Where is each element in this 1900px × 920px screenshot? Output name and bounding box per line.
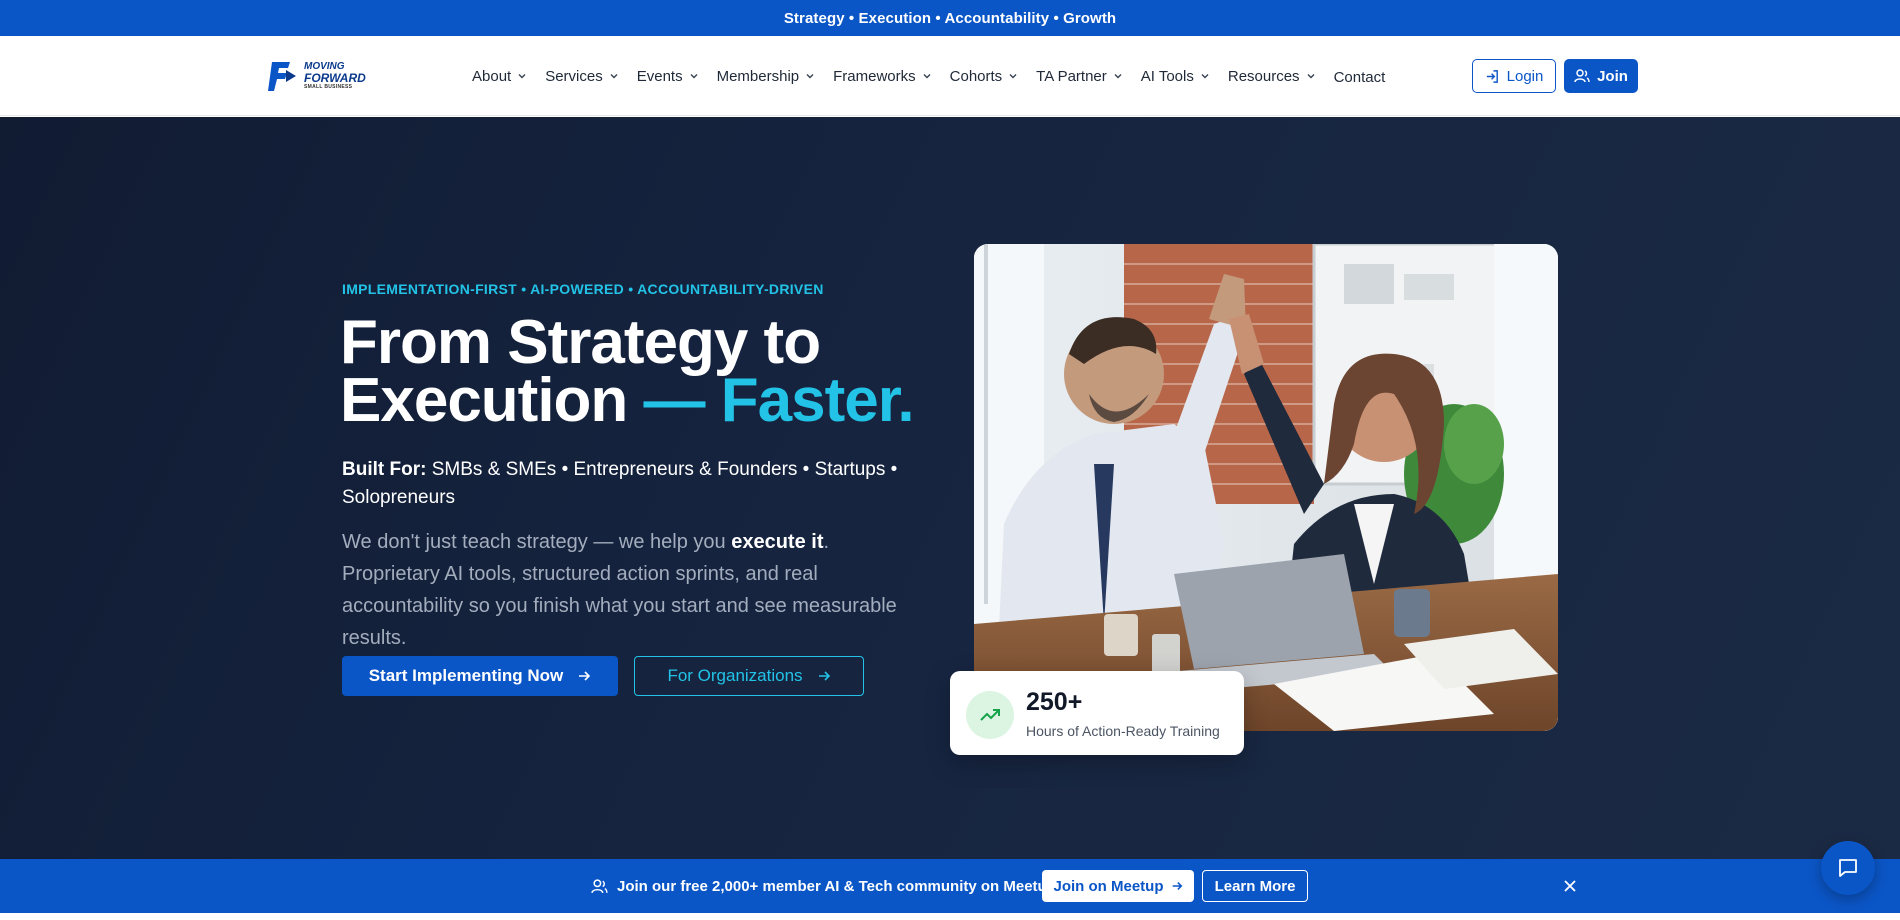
- nav-about[interactable]: About: [472, 68, 527, 85]
- nav-contact-label: Contact: [1333, 68, 1386, 86]
- arrow-right-icon: [818, 671, 830, 681]
- chevron-down-icon: [1307, 74, 1315, 79]
- logo-mark-icon: [268, 62, 296, 91]
- meetup-label: Join on Meetup: [1053, 877, 1164, 895]
- chevron-down-icon: [1201, 74, 1209, 79]
- nav-events[interactable]: Events: [637, 68, 699, 85]
- page-bottom: [0, 913, 1900, 920]
- nav-events-label: Events: [636, 67, 683, 85]
- learn-more-label: Learn More: [1214, 877, 1296, 895]
- main-nav: About Services Events Membership Framewo…: [472, 36, 1403, 116]
- built-for-label: Built For:: [342, 459, 427, 480]
- nav-cohorts-label: Cohorts: [949, 67, 1003, 85]
- announcement-bar: Strategy • Execution • Accountability • …: [0, 0, 1900, 36]
- chat-button[interactable]: [1821, 841, 1875, 895]
- logo-line3: SMALL BUSINESS: [304, 84, 353, 90]
- nav-ta-partner-label: TA Partner: [1036, 67, 1107, 85]
- office-high-five-illustration: [974, 244, 1558, 731]
- nav-membership-label: Membership: [716, 67, 800, 85]
- arrow-right-icon: [1172, 882, 1182, 890]
- cta-secondary-label: For Organizations: [667, 666, 803, 685]
- community-bar: Join our free 2,000+ member AI & Tech co…: [0, 859, 1900, 913]
- nav-ai-tools-label: AI Tools: [1140, 67, 1194, 85]
- join-on-meetup-button[interactable]: Join on Meetup: [1042, 870, 1194, 902]
- chevron-down-icon: [1114, 74, 1122, 79]
- join-button[interactable]: Join: [1564, 59, 1638, 93]
- chevron-down-icon: [806, 74, 814, 79]
- stat-card: 250+ Hours of Action-Ready Training: [950, 671, 1244, 755]
- site-header: MOVING FORWARD SMALL BUSINESS About Serv…: [0, 36, 1900, 116]
- announcement-text: Strategy • Execution • Accountability • …: [783, 9, 1117, 27]
- learn-more-button[interactable]: Learn More: [1202, 870, 1308, 902]
- chevron-down-icon: [610, 74, 618, 79]
- nav-membership[interactable]: Membership: [717, 68, 816, 85]
- hero-title-line2: Execution: [340, 366, 644, 435]
- hero-lead: We don't just teach strategy — we help y…: [342, 526, 922, 654]
- nav-services-label: Services: [545, 67, 603, 85]
- nav-resources-label: Resources: [1227, 67, 1300, 85]
- close-icon: [1564, 880, 1576, 892]
- nav-cohorts[interactable]: Cohorts: [950, 68, 1019, 85]
- login-label: Login: [1506, 67, 1544, 85]
- for-organizations-button[interactable]: For Organizations: [634, 656, 864, 696]
- hero-built-for: Built For: SMBs & SMEs • Entrepreneurs &…: [342, 456, 902, 512]
- hero-section: IMPLEMENTATION-FIRST • AI-POWERED • ACCO…: [0, 117, 1900, 859]
- nav-services[interactable]: Services: [545, 68, 619, 85]
- logo-line2: FORWARD: [304, 71, 366, 85]
- nav-frameworks[interactable]: Frameworks: [833, 68, 932, 85]
- login-icon: [1486, 69, 1498, 83]
- nav-about-label: About: [472, 67, 512, 85]
- cta-primary-label: Start Implementing Now: [368, 666, 564, 685]
- logo-text: MOVING FORWARD SMALL BUSINESS: [304, 62, 366, 90]
- chevron-down-icon: [1009, 74, 1017, 79]
- stat-label: Hours of Action-Ready Training: [1026, 723, 1220, 739]
- community-text: Join our free 2,000+ member AI & Tech co…: [617, 877, 1056, 895]
- hero-eyebrow: IMPLEMENTATION-FIRST • AI-POWERED • ACCO…: [342, 281, 824, 297]
- built-for-text: SMBs & SMEs • Entrepreneurs & Founders •…: [342, 459, 898, 508]
- chevron-down-icon: [690, 74, 698, 79]
- hero-title: From Strategy to Execution — Faster.: [340, 312, 940, 432]
- chevron-down-icon: [923, 74, 931, 79]
- chat-icon: [1839, 859, 1857, 877]
- community-message: Join our free 2,000+ member AI & Tech co…: [591, 859, 1056, 913]
- trending-up-icon: [980, 709, 1000, 721]
- hero-lead-bold: execute it: [731, 531, 824, 553]
- nav-ta-partner[interactable]: TA Partner: [1036, 68, 1123, 85]
- stat-value: 250+: [1026, 688, 1083, 716]
- login-button[interactable]: Login: [1472, 59, 1556, 93]
- nav-ai-tools[interactable]: AI Tools: [1141, 68, 1210, 85]
- users-icon: [591, 878, 608, 893]
- hero-title-accent: — Faster.: [643, 366, 915, 435]
- user-plus-icon: [1574, 69, 1590, 83]
- arrow-right-icon: [579, 671, 591, 681]
- stat-icon-circle: [966, 691, 1014, 739]
- nav-resources[interactable]: Resources: [1228, 68, 1316, 85]
- logo[interactable]: MOVING FORWARD SMALL BUSINESS: [268, 56, 380, 96]
- start-implementing-button[interactable]: Start Implementing Now: [342, 656, 618, 696]
- hero-lead-part1: We don't just teach strategy — we help y…: [342, 531, 732, 553]
- close-bar-button[interactable]: [1560, 876, 1580, 896]
- hero-image: [974, 244, 1558, 731]
- join-label: Join: [1597, 67, 1628, 85]
- chevron-down-icon: [518, 74, 526, 79]
- nav-contact[interactable]: Contact: [1334, 69, 1386, 86]
- nav-frameworks-label: Frameworks: [833, 67, 916, 85]
